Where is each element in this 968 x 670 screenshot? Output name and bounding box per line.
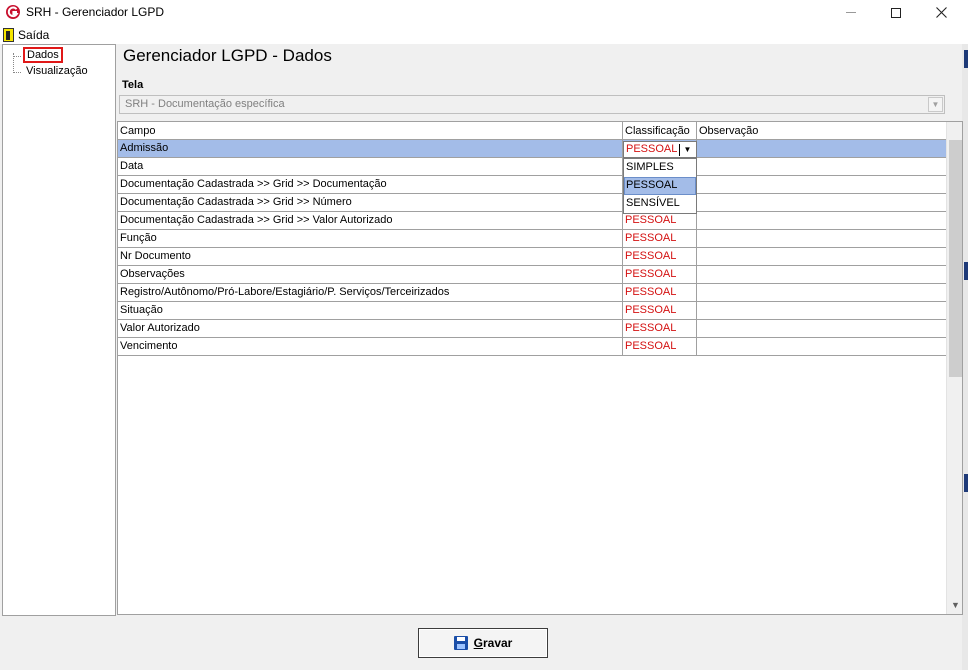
column-header-campo[interactable]: Campo — [118, 122, 623, 140]
title-bar: SRH - Gerenciador LGPD — [0, 0, 968, 25]
cell-observacao[interactable] — [697, 212, 946, 229]
scroll-down-icon[interactable]: ▼ — [947, 596, 962, 613]
scrollbar-thumb[interactable] — [949, 140, 962, 377]
table-row[interactable]: Vencimento PESSOAL — [118, 338, 946, 356]
maximize-icon — [891, 7, 901, 18]
window-title: SRH - Gerenciador LGPD — [26, 5, 165, 19]
cell-campo[interactable]: Função — [118, 230, 623, 247]
cell-observacao[interactable] — [697, 266, 946, 283]
minimize-icon — [846, 12, 856, 13]
floppy-disk-icon — [453, 636, 468, 650]
dropdown-option-simples[interactable]: SIMPLES — [624, 159, 696, 177]
table-row[interactable]: Função PESSOAL — [118, 230, 946, 248]
classification-combo-value: PESSOAL — [626, 143, 678, 155]
exit-menu-item[interactable]: Saída — [3, 26, 53, 43]
table-row[interactable]: Registro/Autônomo/Pró-Labore/Estagiário/… — [118, 284, 946, 302]
cell-campo[interactable]: Situação — [118, 302, 623, 319]
cell-campo[interactable]: Data — [118, 158, 623, 175]
cell-classificacao[interactable]: PESSOAL — [623, 266, 697, 283]
table-row[interactable]: Documentação Cadastrada >> Grid >> Númer… — [118, 194, 946, 212]
table-row[interactable]: Admissão — [118, 140, 946, 158]
save-label-rest: ravar — [482, 636, 513, 650]
cell-observacao[interactable] — [697, 248, 946, 265]
background-window-mark — [964, 262, 968, 280]
save-button[interactable]: Gravar — [418, 628, 548, 658]
close-button[interactable] — [918, 0, 964, 25]
cell-campo[interactable]: Vencimento — [118, 338, 623, 355]
cell-classificacao[interactable]: PESSOAL — [623, 212, 697, 229]
close-icon — [935, 7, 947, 18]
fields-grid: Campo Classificação Observação Admissão … — [117, 121, 963, 615]
tela-label: Tela — [122, 79, 144, 91]
cell-classificacao[interactable]: PESSOAL — [623, 230, 697, 247]
app-logo-icon — [6, 5, 20, 19]
table-row[interactable]: Documentação Cadastrada >> Grid >> Docum… — [118, 176, 946, 194]
navigation-tree: Dados Visualização — [2, 44, 116, 616]
tree-item-visualizacao[interactable]: Visualização — [23, 64, 91, 80]
menu-bar: Saída — [0, 25, 968, 44]
table-row[interactable]: Data — [118, 158, 946, 176]
table-row[interactable]: Documentação Cadastrada >> Grid >> Valor… — [118, 212, 946, 230]
cell-campo[interactable]: Documentação Cadastrada >> Grid >> Docum… — [118, 176, 623, 193]
cell-observacao[interactable] — [697, 302, 946, 319]
dropdown-option-pessoal[interactable]: PESSOAL — [624, 177, 696, 195]
classification-combo[interactable]: PESSOAL ▼ — [623, 141, 697, 158]
column-header-observacao[interactable]: Observação — [697, 122, 946, 140]
cell-campo[interactable]: Valor Autorizado — [118, 320, 623, 337]
minimize-button[interactable] — [828, 0, 874, 25]
exit-door-icon — [3, 27, 14, 42]
table-row[interactable]: Nr Documento PESSOAL — [118, 248, 946, 266]
classification-dropdown: SIMPLES PESSOAL SENSÍVEL — [623, 158, 697, 214]
cell-observacao[interactable] — [697, 338, 946, 355]
cell-campo[interactable]: Documentação Cadastrada >> Grid >> Númer… — [118, 194, 623, 211]
cell-observacao[interactable] — [697, 194, 946, 211]
cell-campo[interactable]: Admissão — [118, 140, 623, 157]
chevron-down-icon[interactable]: ▼ — [680, 143, 695, 156]
background-window-mark — [964, 50, 968, 68]
table-row[interactable]: Observações PESSOAL — [118, 266, 946, 284]
cell-classificacao[interactable]: PESSOAL — [623, 320, 697, 337]
cell-classificacao[interactable]: PESSOAL — [623, 248, 697, 265]
table-row[interactable]: Valor Autorizado PESSOAL — [118, 320, 946, 338]
cell-observacao[interactable] — [697, 140, 946, 157]
cell-campo[interactable]: Observações — [118, 266, 623, 283]
chevron-down-icon[interactable]: ▼ — [928, 97, 943, 112]
tree-item-dados[interactable]: Dados — [23, 47, 63, 63]
tree-connector — [13, 72, 21, 73]
column-header-classificacao[interactable]: Classificação — [623, 122, 697, 140]
cell-observacao[interactable] — [697, 284, 946, 301]
grid-vertical-scrollbar[interactable]: ▼ — [946, 122, 962, 614]
dropdown-option-sensivel[interactable]: SENSÍVEL — [624, 195, 696, 213]
cell-observacao[interactable] — [697, 230, 946, 247]
tela-select-value: SRH - Documentação específica — [125, 98, 285, 110]
table-row[interactable]: Situação PESSOAL — [118, 302, 946, 320]
background-window-mark — [964, 474, 968, 492]
cell-classificacao[interactable]: PESSOAL — [623, 338, 697, 355]
tela-select[interactable]: SRH - Documentação específica ▼ — [119, 95, 945, 114]
cell-classificacao[interactable]: PESSOAL — [623, 302, 697, 319]
cell-campo[interactable]: Nr Documento — [118, 248, 623, 265]
cell-campo[interactable]: Registro/Autônomo/Pró-Labore/Estagiário/… — [118, 284, 623, 301]
save-accelerator-key: G — [473, 636, 483, 650]
cell-observacao[interactable] — [697, 320, 946, 337]
cell-observacao[interactable] — [697, 158, 946, 175]
cell-campo[interactable]: Documentação Cadastrada >> Grid >> Valor… — [118, 212, 623, 229]
exit-menu-label: Saída — [18, 27, 50, 42]
save-button-label: Gravar — [474, 636, 513, 650]
maximize-button[interactable] — [873, 0, 919, 25]
page-title: Gerenciador LGPD - Dados — [123, 46, 332, 65]
cell-observacao[interactable] — [697, 176, 946, 193]
tree-connector — [13, 56, 21, 57]
cell-classificacao[interactable]: PESSOAL — [623, 284, 697, 301]
grid-header: Campo Classificação Observação — [118, 122, 946, 140]
